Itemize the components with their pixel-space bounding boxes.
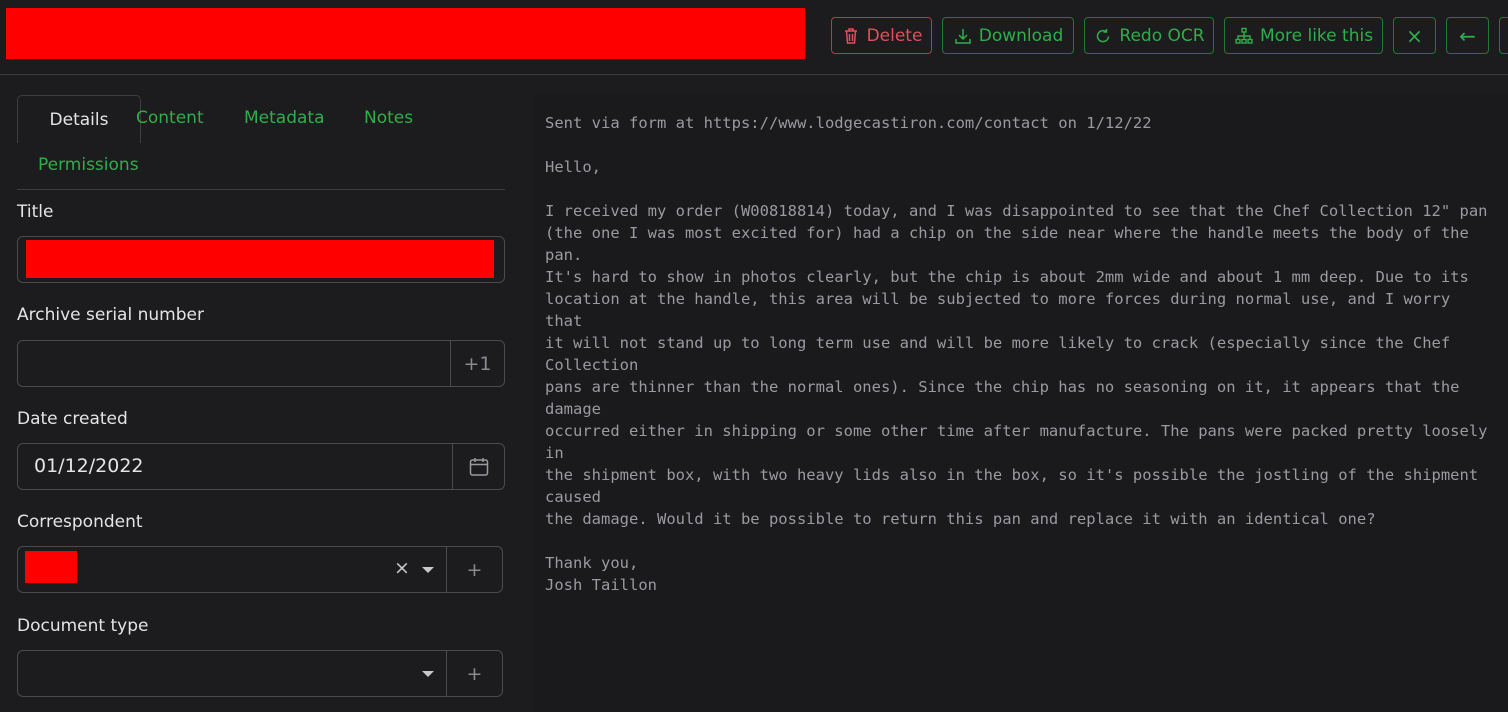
date-created-value: 01/12/2022	[34, 455, 144, 477]
tab-details[interactable]: Details	[17, 95, 141, 143]
correspondent-select[interactable]: × +	[17, 546, 503, 593]
plus-icon: +	[466, 558, 483, 581]
document-content-preview: Sent via form at https://www.lodgecastir…	[533, 94, 1508, 712]
title-input[interactable]	[17, 236, 505, 283]
next-button-partial[interactable]	[1499, 17, 1508, 54]
redo-ocr-button[interactable]: Redo OCR	[1084, 17, 1214, 54]
refresh-icon	[1097, 28, 1110, 42]
more-like-this-button[interactable]: More like this	[1224, 17, 1383, 54]
asn-input[interactable]: +1	[17, 340, 505, 387]
document-header: Delete Download Redo OCR More like this …	[0, 0, 1508, 75]
sitemap-icon	[1235, 27, 1253, 44]
tab-content[interactable]: Content	[136, 108, 204, 128]
delete-label: Delete	[866, 25, 923, 46]
plus-one-label: +1	[463, 352, 492, 375]
asn-label: Archive serial number	[17, 305, 204, 325]
add-correspondent-button[interactable]: +	[446, 547, 502, 592]
clear-icon[interactable]: ×	[394, 557, 410, 579]
previous-button[interactable]: ←	[1446, 17, 1489, 54]
date-created-label: Date created	[17, 409, 128, 429]
document-text: Sent via form at https://www.lodgecastir…	[545, 114, 1488, 594]
document-type-label: Document type	[17, 616, 149, 636]
title-label: Title	[17, 202, 54, 222]
close-button[interactable]: ×	[1393, 17, 1436, 54]
tab-metadata[interactable]: Metadata	[244, 108, 325, 128]
download-label: Download	[978, 25, 1064, 46]
document-title-redacted	[6, 8, 805, 59]
details-panel: Details Content Metadata Notes Permissio…	[17, 94, 505, 697]
plus-icon: +	[466, 662, 483, 685]
document-tabs: Details Content Metadata Notes Permissio…	[17, 94, 505, 190]
calendar-icon	[469, 457, 488, 476]
asn-increment-button[interactable]: +1	[450, 341, 504, 386]
redo-ocr-label: Redo OCR	[1119, 25, 1205, 46]
close-icon: ×	[1406, 23, 1423, 48]
date-created-input[interactable]: 01/12/2022	[17, 443, 505, 490]
download-button[interactable]: Download	[942, 17, 1074, 54]
document-type-select[interactable]: +	[17, 650, 503, 697]
title-value-redacted	[26, 240, 494, 278]
add-document-type-button[interactable]: +	[446, 651, 502, 696]
arrow-left-icon: ←	[1459, 23, 1476, 48]
correspondent-value-redacted	[25, 551, 77, 583]
delete-button[interactable]: Delete	[831, 17, 932, 54]
calendar-button[interactable]	[452, 444, 504, 489]
more-like-this-label: More like this	[1259, 25, 1374, 46]
download-icon	[954, 28, 971, 44]
tab-notes[interactable]: Notes	[364, 108, 413, 128]
tab-permissions[interactable]: Permissions	[38, 155, 139, 175]
correspondent-label: Correspondent	[17, 512, 143, 532]
chevron-down-icon[interactable]	[421, 670, 435, 678]
trash-icon	[844, 27, 857, 44]
chevron-down-icon[interactable]	[421, 566, 435, 574]
